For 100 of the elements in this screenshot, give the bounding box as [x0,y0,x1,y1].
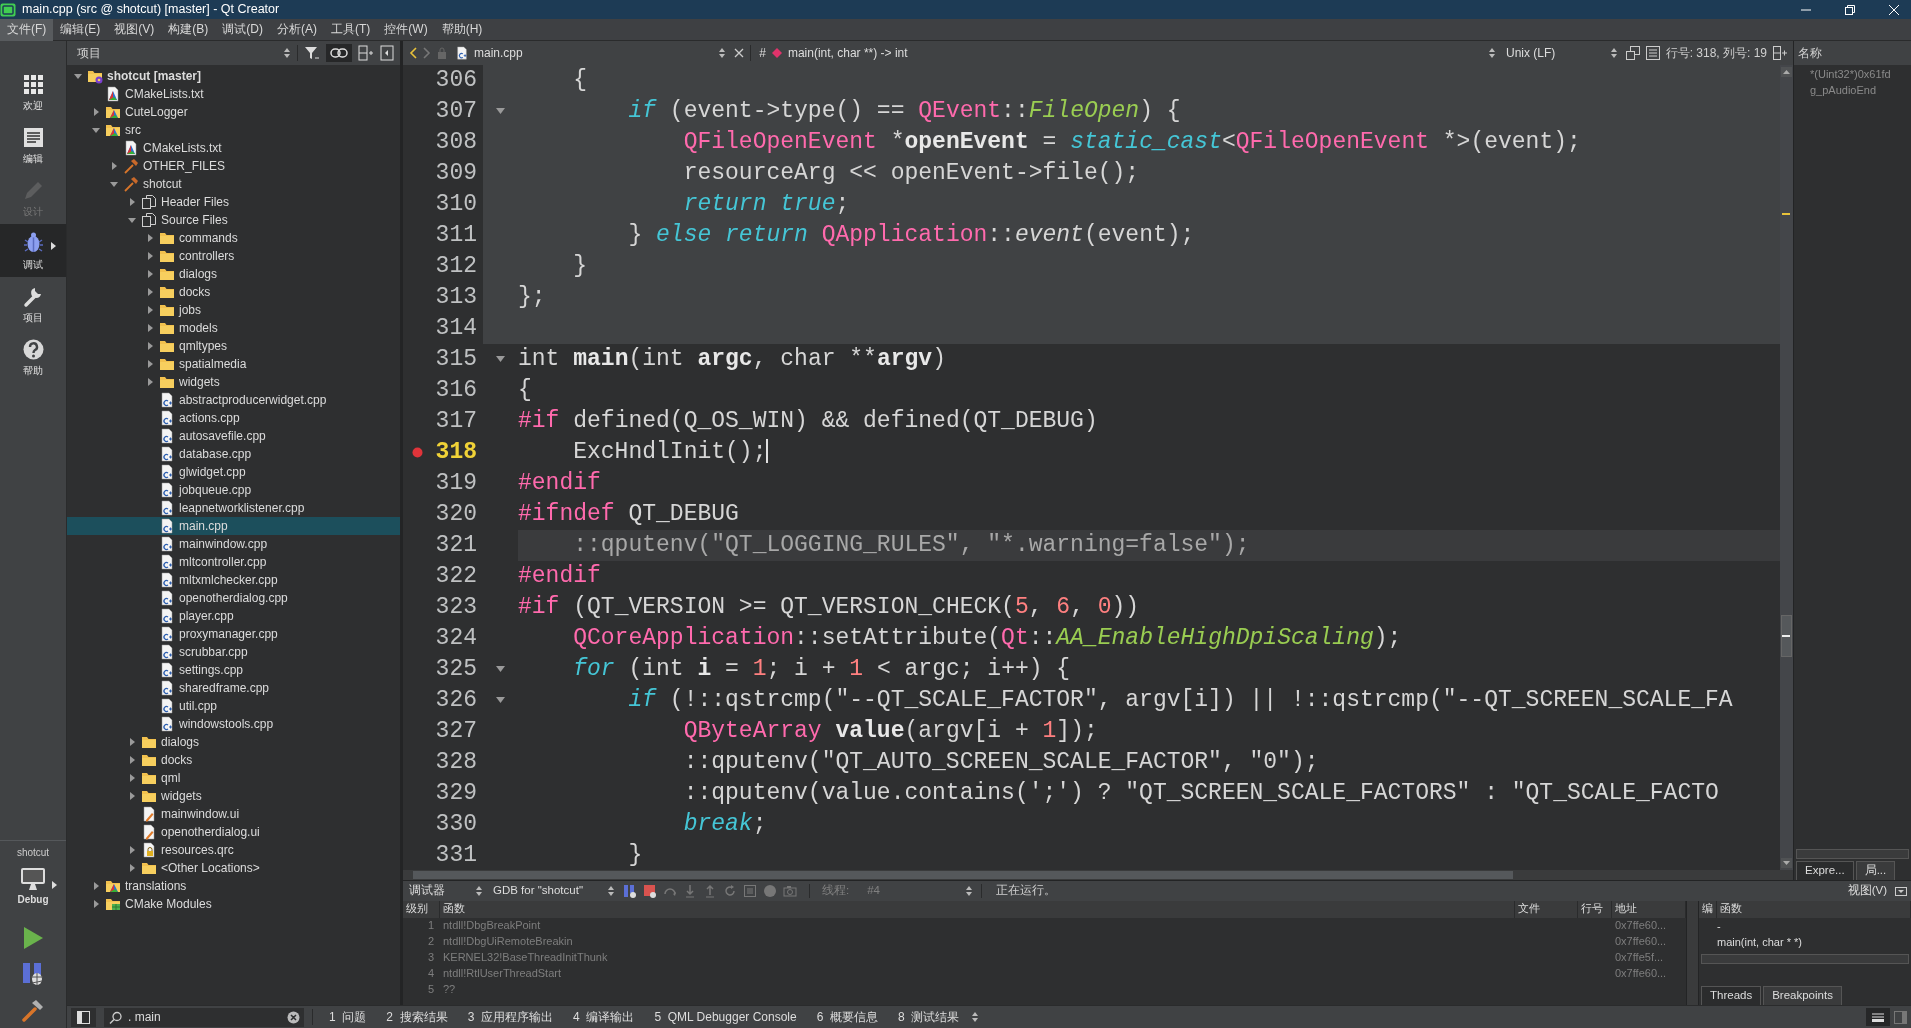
tree-item[interactable]: jobqueue.cpp [67,481,400,499]
watch-item[interactable]: g_pAudioEnd [1794,84,1911,100]
output-toggle-icon[interactable] [1871,1011,1885,1023]
column-header[interactable]: 级别 [403,901,440,918]
tree-item[interactable]: util.cpp [67,697,400,715]
caret-icon[interactable] [91,899,101,909]
fold-arrow-icon[interactable] [496,666,505,673]
column-header[interactable]: 行号 [1578,901,1612,918]
tab[interactable]: 局... [1855,861,1896,880]
engine-selector[interactable]: GDB for "shotcut" [491,880,617,902]
caret-icon[interactable] [145,251,155,261]
stop-icon[interactable] [643,884,657,898]
mode-button[interactable]: 项目 [0,277,66,330]
tree-item[interactable]: CMakeLists.txt [67,139,400,157]
caret-icon[interactable] [145,233,155,243]
tree-item[interactable]: docks [67,283,400,301]
filter-icon[interactable] [304,45,320,61]
tree-item[interactable]: Header Files [67,193,400,211]
sidebar-toggle-button[interactable] [71,1007,96,1027]
menu-item[interactable]: 帮助(H) [434,18,490,41]
updown-arrows-icon[interactable] [283,47,291,59]
tree-item[interactable]: <Other Locations> [67,859,400,877]
tree-item[interactable]: dialogs [67,265,400,283]
tree-item[interactable]: abstractproducerwidget.cpp [67,391,400,409]
fold-arrow-icon[interactable] [496,356,505,363]
tree-item[interactable]: openotherdialog.ui [67,823,400,841]
tree-item[interactable]: Source Files [67,211,400,229]
tree-item[interactable]: widgets [67,373,400,391]
caret-icon[interactable] [91,881,101,891]
tree-item[interactable]: shotcut [67,175,400,193]
close-icon[interactable] [734,48,745,58]
tree-item[interactable]: CMakeLists.txt [67,85,400,103]
tree-item[interactable]: CMake Modules [67,895,400,913]
tab[interactable]: Breakpoints [1763,986,1842,1005]
updown-arrows-icon[interactable] [971,1011,980,1023]
caret-icon[interactable] [145,269,155,279]
split-add-icon[interactable] [1773,46,1787,60]
output-pane-button[interactable]: 2 搜索结果 [378,1009,456,1025]
scrollbar-thumb[interactable] [1781,615,1792,657]
windows-icon[interactable] [1625,46,1640,60]
caret-icon[interactable] [109,179,119,189]
tab[interactable]: Expre... [1796,861,1854,880]
tree-item[interactable]: controllers [67,247,400,265]
caret-icon[interactable] [127,737,137,747]
tree-item[interactable]: qml [67,769,400,787]
debugger-selector[interactable]: 调试器 [407,880,485,902]
line-ending-selector[interactable]: Unix (LF) [1504,42,1620,64]
tree-item[interactable]: player.cpp [67,607,400,625]
tree-item[interactable]: mltxmlchecker.cpp [67,571,400,589]
scroll-down-icon[interactable] [1781,858,1792,868]
close-pane-icon[interactable] [380,45,394,61]
column-header[interactable]: 地址 [1612,901,1686,918]
tree-item[interactable]: glwidget.cpp [67,463,400,481]
output-pane-button[interactable]: 5 QML Debugger Console [646,1009,805,1025]
tree-item[interactable]: leapnetworklistener.cpp [67,499,400,517]
caret-icon[interactable] [145,323,155,333]
tree-item[interactable]: models [67,319,400,337]
column-header[interactable]: 函数 [440,901,1515,918]
tree-item[interactable]: src [67,121,400,139]
tree-item[interactable]: proxymanager.cpp [67,625,400,643]
tree-item[interactable]: dialogs [67,733,400,751]
tree-item[interactable]: windowstools.cpp [67,715,400,733]
caret-icon[interactable] [109,161,119,171]
caret-icon[interactable] [91,125,101,135]
tab[interactable]: Threads [1701,986,1762,1005]
link-icon[interactable] [330,47,348,59]
scrollbar[interactable] [1780,65,1793,870]
scroll-up-icon[interactable] [1781,67,1792,77]
column-header[interactable]: 函数 [1717,901,1911,918]
caret-icon[interactable] [127,197,137,207]
output-pane-button[interactable]: 4 编译输出 [565,1009,643,1025]
output-pane-button[interactable]: 8 测试结果 [890,1009,968,1025]
locator-field[interactable]: . main [104,1007,304,1027]
tree-item[interactable]: docks [67,751,400,769]
back-icon[interactable] [409,47,417,59]
restart-icon[interactable] [723,884,737,898]
caret-icon[interactable] [127,755,137,765]
thread-row[interactable]: - [1699,920,1911,936]
caret-icon[interactable] [127,773,137,783]
interrupt-icon[interactable] [623,884,637,898]
mode-button[interactable]: 编辑 [0,118,66,171]
kit-selector[interactable]: Debug [0,863,67,910]
menu-item[interactable]: 编辑(E) [53,18,108,41]
output-pane-button[interactable]: 1 问题 [321,1009,375,1025]
scrollbar[interactable] [1686,901,1698,1005]
tree-item[interactable]: spatialmedia [67,355,400,373]
caret-icon[interactable] [127,215,137,225]
fold-arrow-icon[interactable] [496,697,505,704]
tree-item[interactable]: mltcontroller.cpp [67,553,400,571]
tree-item[interactable]: settings.cpp [67,661,400,679]
symbol-selector[interactable]: # main(int, char **) -> int [757,42,1498,64]
watch-item[interactable]: *(Uint32*)0x61fd [1794,68,1911,84]
tree-item[interactable]: mainwindow.cpp [67,535,400,553]
tree-item[interactable]: widgets [67,787,400,805]
fold-arrow-icon[interactable] [496,108,505,115]
column-header[interactable]: 文件 [1515,901,1578,918]
tree-item[interactable]: translations [67,877,400,895]
caret-icon[interactable] [91,107,101,117]
output-pane-button[interactable]: 6 概要信息 [808,1009,887,1025]
outline-icon[interactable] [1645,46,1660,60]
